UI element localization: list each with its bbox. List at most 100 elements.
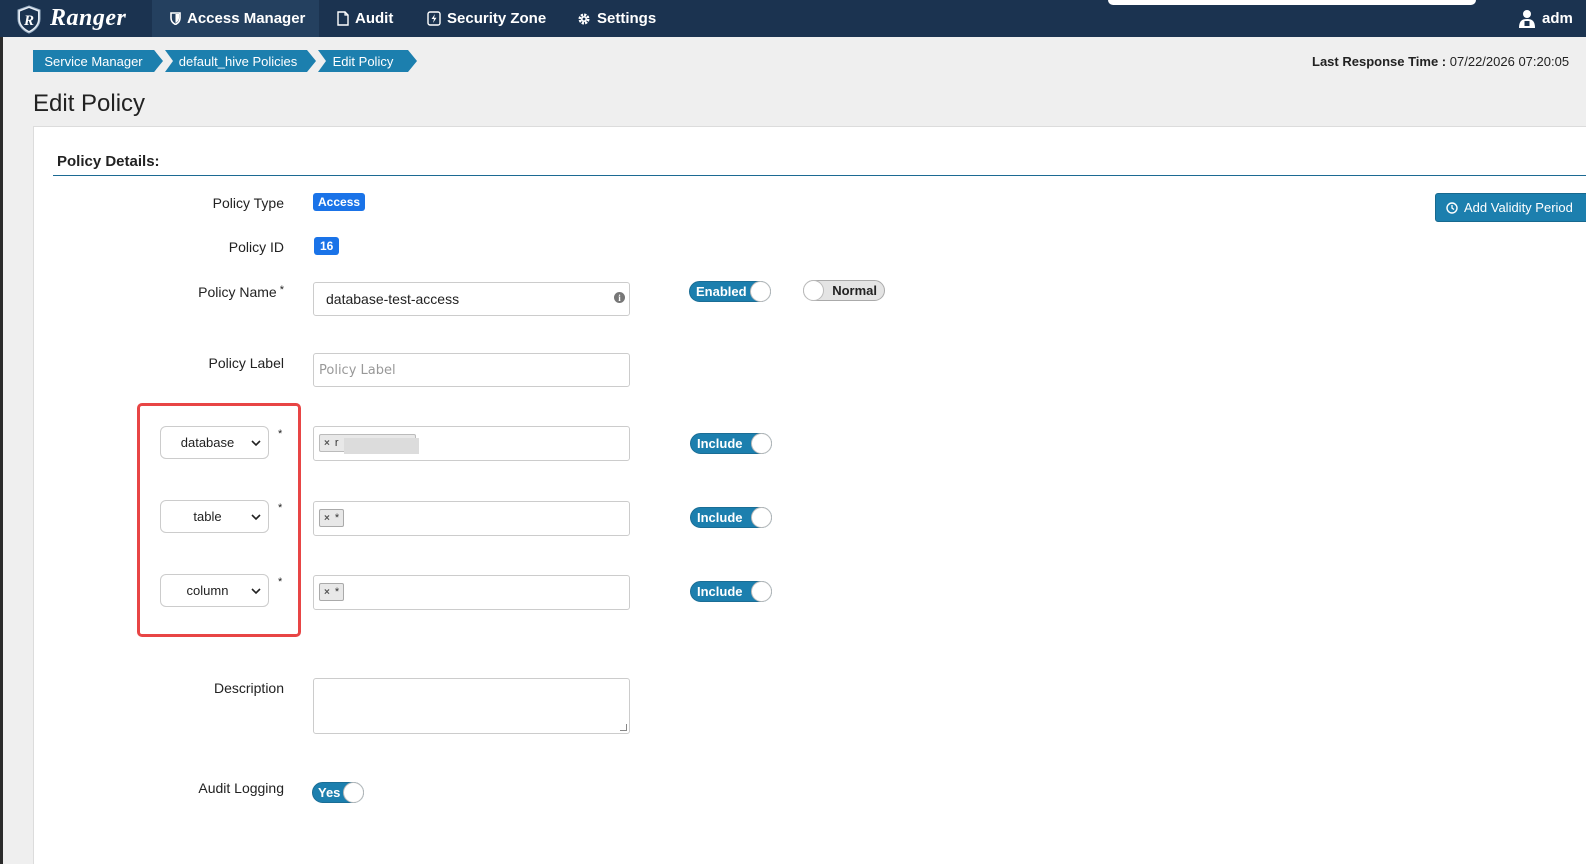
audit-logging-label: Audit Logging: [198, 780, 284, 796]
resource-type-select-database[interactable]: database: [160, 426, 269, 459]
tag-label: *: [334, 586, 340, 598]
user-menu[interactable]: adm: [1518, 0, 1573, 37]
policy-name-value: database-test-access: [326, 291, 460, 307]
policy-priority-toggle[interactable]: Normal: [803, 280, 885, 301]
gear-icon: [577, 12, 591, 26]
required-mark: *: [278, 502, 283, 514]
nav-audit[interactable]: Audit: [337, 0, 393, 37]
description-textarea[interactable]: [313, 678, 630, 734]
policy-enabled-toggle[interactable]: Enabled: [689, 281, 771, 302]
add-validity-label: Add Validity Period: [1464, 200, 1573, 215]
toggle-knob: [751, 581, 772, 602]
breadcrumb-separator: [307, 50, 316, 72]
global-search-input[interactable]: [1108, 0, 1476, 5]
tag-remove-icon[interactable]: ×: [324, 587, 330, 598]
page-title: Edit Policy: [33, 90, 146, 117]
svg-text:R: R: [23, 13, 34, 29]
database-values-input[interactable]: × r: [313, 426, 630, 461]
toggle-knob: [803, 280, 824, 301]
description-label: Description: [213, 680, 284, 696]
resource-type-select-table[interactable]: table: [160, 500, 269, 533]
nav-label: Access Manager: [187, 10, 306, 27]
required-mark: *: [279, 284, 284, 296]
breadcrumb-hive-policies[interactable]: default_hive Policies: [165, 50, 307, 72]
policy-id-label: Policy ID: [228, 239, 284, 255]
breadcrumb-service-manager[interactable]: Service Manager: [33, 50, 154, 72]
nav-security-zone[interactable]: Security Zone: [427, 0, 546, 37]
policy-type-badge: Access: [313, 193, 366, 211]
toggle-label: Include: [697, 436, 743, 451]
select-value: database: [180, 435, 235, 450]
resource-type-select-column[interactable]: column: [160, 574, 269, 607]
bolt-icon: [427, 11, 441, 26]
nav-label: Audit: [355, 10, 394, 27]
file-icon: [337, 11, 349, 26]
last-response-value: 07/22/2026 07:20:05: [1449, 54, 1570, 69]
last-response-time: Last Response Time : 07/22/2026 07:20:05: [1312, 54, 1569, 69]
select-value: table: [193, 509, 222, 524]
redacted-region: [344, 438, 419, 454]
table-values-input[interactable]: × *: [313, 501, 630, 536]
last-response-label: Last Response Time :: [1312, 54, 1447, 69]
brand[interactable]: R Ranger: [14, 0, 152, 37]
username: adm: [1542, 10, 1573, 27]
breadcrumb-separator: [408, 50, 417, 72]
audit-logging-toggle[interactable]: Yes: [312, 782, 364, 803]
breadcrumb-label: default_hive Policies: [178, 53, 298, 69]
toggle-label: Enabled: [696, 284, 747, 299]
toggle-knob: [751, 507, 772, 528]
breadcrumb-label: Edit Policy: [332, 53, 394, 69]
policy-name-label-text: Policy Name: [198, 284, 277, 300]
toggle-label: Include: [697, 584, 743, 599]
policy-name-label: Policy Name *: [84, 284, 284, 300]
toggle-knob: [750, 281, 771, 302]
column-values-input[interactable]: × *: [313, 575, 630, 610]
policy-label-placeholder: Policy Label: [319, 362, 396, 378]
tag-label: *: [334, 512, 340, 524]
tag-label: r: [334, 437, 339, 449]
chevron-down-icon: [251, 440, 261, 447]
required-mark: *: [278, 428, 283, 440]
toggle-knob: [343, 782, 364, 803]
ranger-logo-icon: R: [14, 4, 44, 34]
tag-remove-icon[interactable]: ×: [324, 513, 330, 524]
add-validity-period-button[interactable]: Add Validity Period: [1435, 193, 1586, 222]
clock-icon: [1446, 201, 1458, 214]
table-include-toggle[interactable]: Include: [690, 507, 772, 528]
breadcrumb-notch: [318, 50, 326, 72]
section-divider: [53, 175, 1586, 176]
shield-icon: [170, 12, 181, 25]
nav-label: Settings: [597, 10, 657, 27]
nav-label: Security Zone: [447, 10, 547, 27]
window-edge: [0, 37, 3, 864]
policy-type-label: Policy Type: [212, 195, 284, 211]
toggle-label: Yes: [318, 785, 341, 800]
user-icon: [1518, 9, 1536, 29]
policy-label-input[interactable]: Policy Label: [313, 353, 630, 387]
policy-name-input[interactable]: database-test-access i: [313, 282, 630, 316]
section-title: Policy Details:: [57, 153, 160, 170]
value-tag: × *: [319, 509, 345, 527]
chevron-down-icon: [251, 588, 261, 595]
policy-label-label: Policy Label: [208, 355, 285, 371]
policy-id-badge: 16: [314, 237, 340, 255]
toggle-knob: [751, 433, 772, 454]
resize-handle-icon[interactable]: [620, 724, 627, 731]
breadcrumb-separator: [154, 50, 163, 72]
database-include-toggle[interactable]: Include: [690, 433, 772, 454]
required-mark: *: [278, 576, 283, 588]
column-include-toggle[interactable]: Include: [690, 581, 772, 602]
breadcrumb-notch: [165, 50, 173, 72]
nav-settings[interactable]: Settings: [577, 0, 656, 37]
brand-name: Ranger: [50, 5, 127, 31]
value-tag: × *: [319, 583, 345, 601]
toggle-label: Include: [697, 510, 743, 525]
info-icon[interactable]: i: [614, 292, 625, 303]
select-value: column: [186, 583, 229, 598]
toggle-label: Normal: [832, 283, 877, 298]
breadcrumb-label: Service Manager: [44, 53, 143, 69]
breadcrumb-edit-policy: Edit Policy: [318, 50, 408, 72]
nav-access-manager[interactable]: Access Manager: [152, 0, 319, 37]
chevron-down-icon: [251, 514, 261, 521]
tag-remove-icon[interactable]: ×: [324, 438, 330, 449]
